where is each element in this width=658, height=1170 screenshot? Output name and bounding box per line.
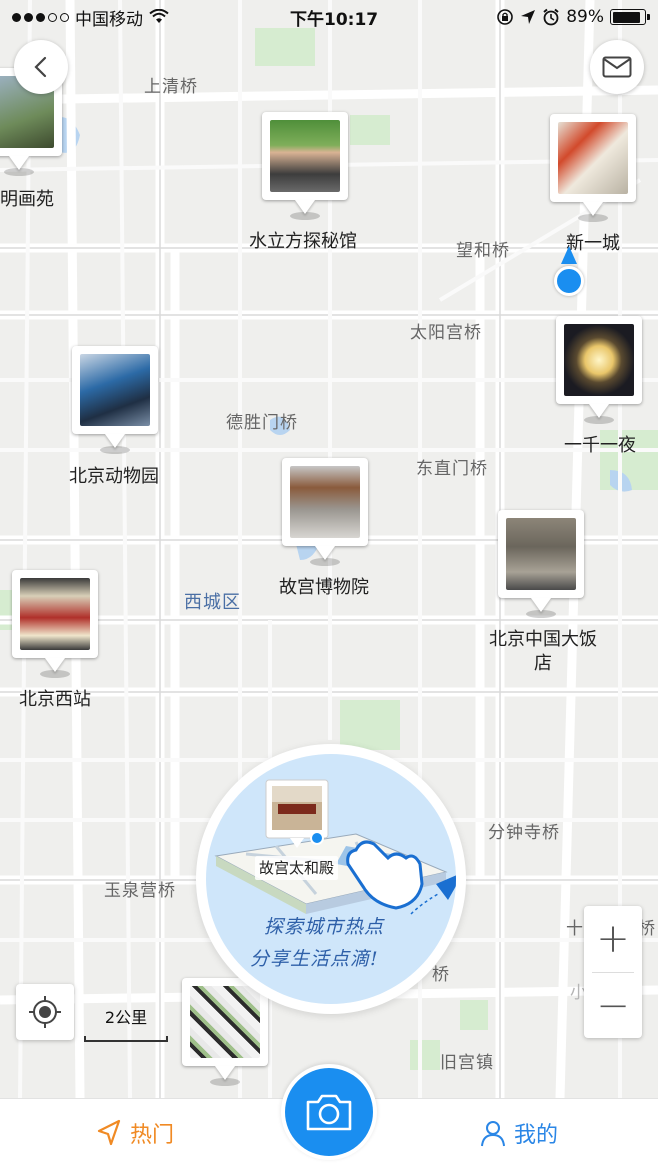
user-location-dot (554, 266, 584, 296)
place-label: 分钟寺桥 (488, 823, 560, 843)
place-label: 玉泉营桥 (104, 881, 176, 901)
tab-hot[interactable]: 热门 (96, 1117, 174, 1149)
place-label: 上清桥 (144, 77, 198, 97)
chevron-left-icon (34, 56, 47, 78)
navigation-arrow-icon (97, 1119, 121, 1146)
photo-pin[interactable] (282, 458, 368, 566)
photo-pin[interactable] (72, 346, 158, 454)
carrier-name: 中国移动 (75, 9, 143, 30)
place-label: 太阳宫桥 (410, 323, 482, 343)
camera-icon (306, 1094, 352, 1131)
pin-label: 北京西站 (19, 689, 91, 710)
battery-percent: 89% (566, 7, 604, 27)
pin-label: 故宫博物院 (279, 577, 369, 598)
photo-pin[interactable] (550, 114, 636, 222)
pin-photo (558, 122, 628, 194)
signal-strength-icon (12, 12, 69, 22)
tab-mine[interactable]: 我的 (480, 1117, 558, 1149)
pin-label: 北京中国大饭店 (489, 629, 597, 674)
scale-label: 2公里 (104, 1008, 148, 1027)
photo-pin[interactable] (498, 510, 584, 618)
explore-pin-label: 故宫太和殿 (255, 856, 339, 880)
rotation-lock-icon (497, 9, 514, 25)
photo-pin[interactable] (12, 570, 98, 678)
camera-button[interactable] (281, 1064, 377, 1160)
heading-arrow-icon (561, 246, 577, 264)
tab-mine-label: 我的 (514, 1123, 559, 1148)
pin-photo (80, 354, 150, 426)
status-time: 下午10:17 (290, 9, 379, 30)
zoom-out-button[interactable]: − (584, 973, 642, 1039)
zoom-control: + − (584, 906, 642, 1038)
place-label: 望和桥 (456, 241, 510, 261)
place-label: 旧宫镇 (440, 1053, 494, 1073)
place-label: 德胜门桥 (226, 413, 298, 433)
place-label: 东直门桥 (416, 459, 488, 479)
wifi-icon (149, 9, 169, 23)
pin-photo (506, 518, 576, 590)
status-bar: 中国移动 下午10:17 89% (0, 0, 658, 34)
pin-label: 一千一夜 (564, 435, 636, 456)
envelope-icon (602, 56, 632, 78)
locate-me-button[interactable] (16, 984, 74, 1040)
crosshair-icon (29, 996, 61, 1028)
map-view[interactable]: 上清桥 望和桥 太阳宫桥 德胜门桥 东直门桥 分钟寺桥 玉泉营桥 十八里店桥 桥… (0, 0, 658, 1098)
explore-slogan-line1: 探索城市热点 (264, 916, 385, 938)
pin-label: 明画苑 (0, 189, 54, 210)
back-button[interactable] (14, 40, 68, 94)
messages-button[interactable] (590, 40, 644, 94)
pin-photo (290, 466, 360, 538)
zoom-in-button[interactable]: + (584, 906, 642, 972)
map-scale: 2公里 (84, 1004, 168, 1042)
photo-pin[interactable] (262, 112, 348, 220)
pin-photo (270, 120, 340, 192)
pin-label: 水立方探秘馆 (249, 231, 357, 252)
pin-photo (20, 578, 90, 650)
tab-hot-label: 热门 (130, 1123, 175, 1148)
alarm-icon (543, 8, 559, 26)
district-label: 西城区 (184, 592, 241, 613)
pin-label: 北京动物园 (69, 466, 159, 487)
explore-slogan-line2: 分享生活点滴! (250, 948, 379, 970)
person-icon (481, 1121, 505, 1147)
photo-pin[interactable] (556, 316, 642, 424)
battery-icon (610, 9, 650, 25)
location-services-icon (521, 10, 536, 24)
pin-photo (564, 324, 634, 396)
